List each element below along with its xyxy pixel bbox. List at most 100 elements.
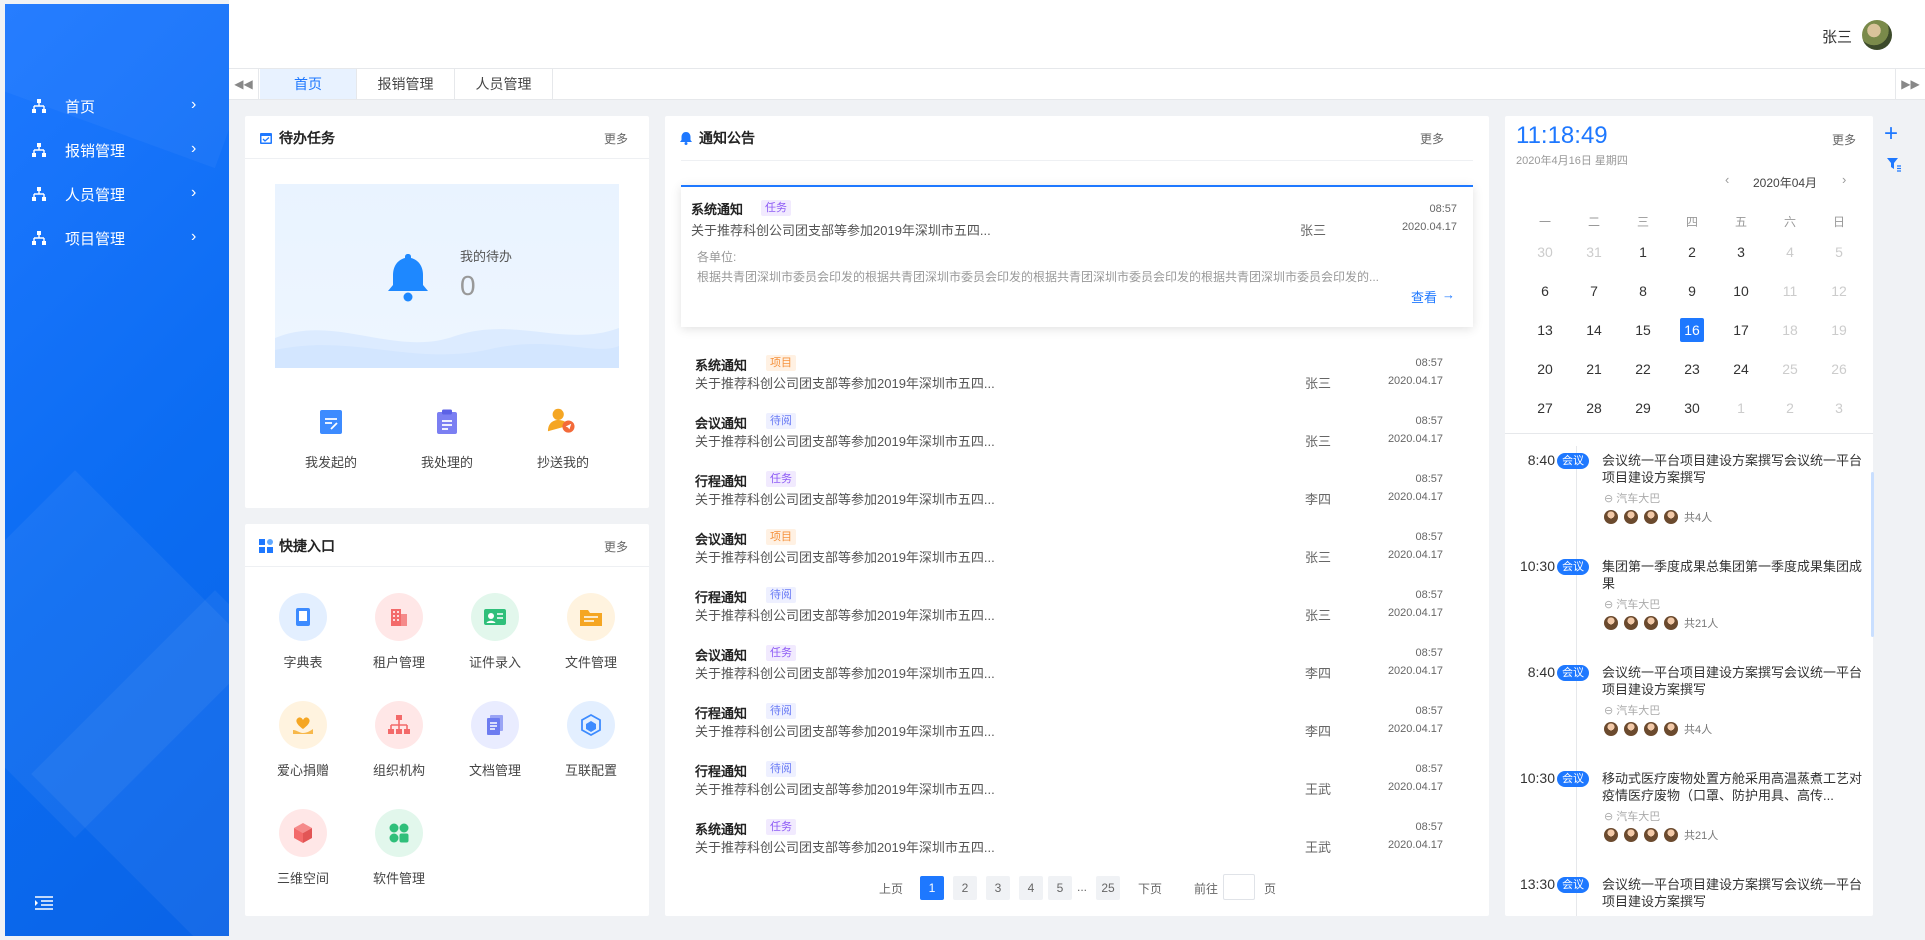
action-handled-label[interactable]: 我处理的 bbox=[402, 452, 492, 471]
quick-item-label[interactable]: 三维空间 bbox=[263, 868, 343, 887]
calendar-day[interactable]: 12 bbox=[1827, 279, 1851, 303]
filter-icon[interactable] bbox=[1886, 156, 1902, 172]
calendar-day[interactable]: 29 bbox=[1631, 396, 1655, 420]
notice-more-link[interactable]: 更多 bbox=[1420, 130, 1444, 147]
calendar-day[interactable]: 5 bbox=[1827, 240, 1851, 264]
quick-item-label[interactable]: 文档管理 bbox=[455, 760, 535, 779]
notice-row[interactable]: 行程通知 待阅 关于推荐科创公司团支部等参加2019年深圳市五四... 李四 08:57… bbox=[695, 697, 1465, 755]
calendar-day[interactable]: 22 bbox=[1631, 357, 1655, 381]
chevron-left-icon[interactable]: ‹ bbox=[1725, 172, 1729, 187]
quick-files-button[interactable] bbox=[567, 593, 615, 641]
pager-page[interactable]: 3 bbox=[986, 876, 1010, 900]
quick-item-label[interactable]: 爱心捐赠 bbox=[263, 760, 343, 779]
todo-more-link[interactable]: 更多 bbox=[604, 130, 628, 147]
event-title[interactable]: 会议统一平台项目建设方案撰写会议统一平台项目建设方案撰写 bbox=[1602, 876, 1872, 910]
quick-item-label[interactable]: 字典表 bbox=[263, 652, 343, 671]
scrollbar[interactable] bbox=[1871, 472, 1874, 637]
event-title[interactable]: 会议统一平台项目建设方案撰写会议统一平台项目建设方案撰写 bbox=[1602, 664, 1872, 698]
quick-idcard-button[interactable] bbox=[471, 593, 519, 641]
quick-interconnect-button[interactable] bbox=[567, 701, 615, 749]
calendar-day[interactable]: 2 bbox=[1778, 396, 1802, 420]
view-link[interactable]: 查看 bbox=[1411, 287, 1437, 306]
action-cc-label[interactable]: 抄送我的 bbox=[518, 452, 608, 471]
featured-notice[interactable]: 系统通知 任务 关于推荐科创公司团支部等参加2019年深圳市五四... 张三 0… bbox=[681, 185, 1473, 327]
calendar-day[interactable]: 13 bbox=[1533, 318, 1557, 342]
calendar-day[interactable]: 25 bbox=[1778, 357, 1802, 381]
sidebar-item-projects[interactable]: 项目管理 › bbox=[5, 216, 229, 260]
calendar-day[interactable]: 30 bbox=[1680, 396, 1704, 420]
calendar-day[interactable]: 4 bbox=[1778, 240, 1802, 264]
quick-tenant-button[interactable] bbox=[375, 593, 423, 641]
calendar-day[interactable]: 16 bbox=[1680, 318, 1704, 342]
notice-row[interactable]: 会议通知 任务 关于推荐科创公司团支部等参加2019年深圳市五四... 李四 08:57… bbox=[695, 639, 1465, 697]
collapse-menu-icon[interactable] bbox=[34, 895, 54, 911]
my-todo-panel[interactable] bbox=[275, 184, 619, 368]
action-initiated-label[interactable]: 我发起的 bbox=[286, 452, 376, 471]
quick-item-label[interactable]: 软件管理 bbox=[359, 868, 439, 887]
calendar-day[interactable]: 31 bbox=[1582, 240, 1606, 264]
pager-page[interactable]: 4 bbox=[1019, 876, 1043, 900]
sidebar-item-home[interactable]: 首页 › bbox=[5, 84, 229, 128]
quick-software-button[interactable] bbox=[375, 809, 423, 857]
calendar-day[interactable]: 19 bbox=[1827, 318, 1851, 342]
tab-personnel[interactable]: 人员管理 bbox=[455, 69, 553, 99]
pager-page-last[interactable]: 25 bbox=[1096, 876, 1120, 900]
calendar-day[interactable]: 7 bbox=[1582, 279, 1606, 303]
pager-page[interactable]: 5 bbox=[1048, 876, 1072, 900]
calendar-month[interactable]: 2020年04月 bbox=[1753, 174, 1817, 191]
calendar-day[interactable]: 26 bbox=[1827, 357, 1851, 381]
event-title[interactable]: 移动式医疗废物处置方舱采用高温蒸煮工艺对疫情医疗废物（口罩、防护用具、高传... bbox=[1602, 770, 1872, 804]
chevron-right-icon[interactable]: › bbox=[1842, 172, 1846, 187]
calendar-more-link[interactable]: 更多 bbox=[1832, 131, 1856, 148]
calendar-day[interactable]: 15 bbox=[1631, 318, 1655, 342]
calendar-day[interactable]: 21 bbox=[1582, 357, 1606, 381]
calendar-day[interactable]: 2 bbox=[1680, 240, 1704, 264]
quick-item-label[interactable]: 文件管理 bbox=[551, 652, 631, 671]
tab-scroll-left-icon[interactable]: ◀◀ bbox=[229, 69, 259, 99]
calendar-day[interactable]: 30 bbox=[1533, 240, 1557, 264]
quick-org-button[interactable] bbox=[375, 701, 423, 749]
pager-page[interactable]: 1 bbox=[920, 876, 944, 900]
user-name[interactable]: 张三 bbox=[1822, 26, 1852, 47]
calendar-day[interactable]: 10 bbox=[1729, 279, 1753, 303]
notice-row[interactable]: 会议通知 项目 关于推荐科创公司团支部等参加2019年深圳市五四... 张三 08:57… bbox=[695, 523, 1465, 581]
calendar-day[interactable]: 27 bbox=[1533, 396, 1557, 420]
quick-donation-button[interactable] bbox=[279, 701, 327, 749]
calendar-day[interactable]: 8 bbox=[1631, 279, 1655, 303]
quick-3d-space-button[interactable] bbox=[279, 809, 327, 857]
event-title[interactable]: 会议统一平台项目建设方案撰写会议统一平台项目建设方案撰写 bbox=[1602, 452, 1872, 486]
notice-row[interactable]: 行程通知 待阅 关于推荐科创公司团支部等参加2019年深圳市五四... 王武 08:57… bbox=[695, 755, 1465, 813]
calendar-day[interactable]: 1 bbox=[1729, 396, 1753, 420]
pager-next[interactable]: 下页 bbox=[1138, 880, 1162, 897]
quick-dictionary-button[interactable] bbox=[279, 593, 327, 641]
calendar-day[interactable]: 20 bbox=[1533, 357, 1557, 381]
edit-doc-icon[interactable] bbox=[317, 408, 345, 436]
quick-item-label[interactable]: 组织机构 bbox=[359, 760, 439, 779]
notice-row[interactable]: 系统通知 任务 关于推荐科创公司团支部等参加2019年深圳市五四... 王武 08:57… bbox=[695, 813, 1465, 871]
calendar-day[interactable]: 9 bbox=[1680, 279, 1704, 303]
notice-row[interactable]: 系统通知 项目 关于推荐科创公司团支部等参加2019年深圳市五四... 张三 08:57… bbox=[695, 349, 1465, 407]
pager-page[interactable]: 2 bbox=[953, 876, 977, 900]
notice-row[interactable]: 会议通知 待阅 关于推荐科创公司团支部等参加2019年深圳市五四... 张三 08:57… bbox=[695, 407, 1465, 465]
quick-item-label[interactable]: 租户管理 bbox=[359, 652, 439, 671]
calendar-day[interactable]: 17 bbox=[1729, 318, 1753, 342]
avatar[interactable] bbox=[1862, 20, 1892, 50]
pager-goto-input[interactable] bbox=[1223, 874, 1255, 900]
calendar-day[interactable]: 24 bbox=[1729, 357, 1753, 381]
calendar-day[interactable]: 18 bbox=[1778, 318, 1802, 342]
clipboard-icon[interactable] bbox=[433, 408, 461, 436]
calendar-day[interactable]: 1 bbox=[1631, 240, 1655, 264]
quick-item-label[interactable]: 证件录入 bbox=[455, 652, 535, 671]
pager-prev[interactable]: 上页 bbox=[879, 880, 903, 897]
sidebar-item-reimbursement[interactable]: 报销管理 › bbox=[5, 128, 229, 172]
calendar-day[interactable]: 6 bbox=[1533, 279, 1557, 303]
quick-more-link[interactable]: 更多 bbox=[604, 538, 628, 555]
tab-home[interactable]: 首页 bbox=[260, 69, 357, 99]
notice-row[interactable]: 行程通知 任务 关于推荐科创公司团支部等参加2019年深圳市五四... 李四 08:57… bbox=[695, 465, 1465, 523]
calendar-day[interactable]: 11 bbox=[1778, 279, 1802, 303]
add-icon[interactable]: + bbox=[1884, 122, 1898, 146]
calendar-day[interactable]: 3 bbox=[1729, 240, 1753, 264]
tab-scroll-right-icon[interactable]: ▶▶ bbox=[1895, 69, 1925, 99]
calendar-day[interactable]: 23 bbox=[1680, 357, 1704, 381]
calendar-day[interactable]: 3 bbox=[1827, 396, 1851, 420]
